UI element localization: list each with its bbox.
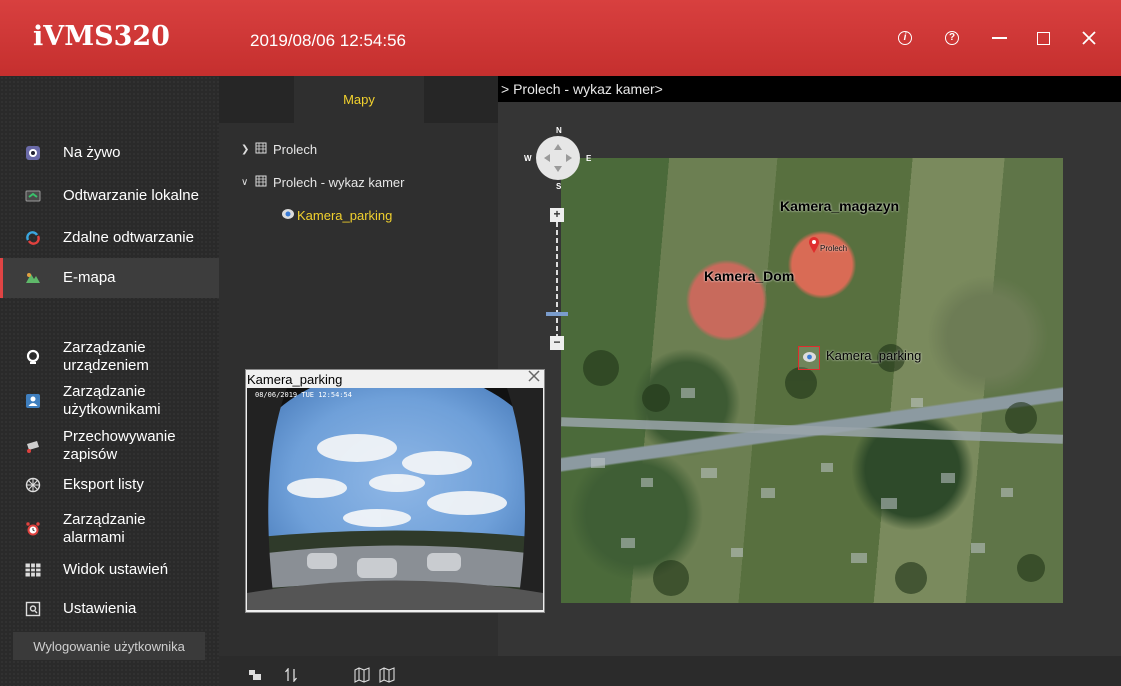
sidebar-item-label: E-mapa: [63, 269, 116, 286]
popup-title: Kamera_parking: [247, 372, 343, 387]
sidebar-item-label: Eksport listy: [63, 476, 144, 493]
chevron-right-icon: ❯: [241, 144, 250, 155]
zoom-track[interactable]: [556, 222, 558, 336]
zoom-slider[interactable]: + −: [546, 208, 568, 350]
sidebar-item-zdalne-odtwarzanie[interactable]: Zdalne odtwarzanie: [0, 227, 219, 249]
compass-n: N: [556, 126, 562, 135]
alarm-clock-icon: [24, 520, 42, 538]
sidebar-item-label: Przechowywanie zapisów: [63, 428, 176, 463]
sidebar-item-zarzadzanie-urzadzeniem[interactable]: Zarządzanie urządzeniem: [0, 338, 219, 376]
app-logo: iVMS320: [33, 21, 170, 52]
chevron-down-icon: ∨: [241, 177, 249, 188]
sidebar-item-e-mapa[interactable]: E-mapa: [0, 258, 219, 298]
title-bar: iVMS320 2019/08/06 12:54:56 i ?: [0, 0, 1121, 76]
sidebar-item-przechowywanie-zapisow[interactable]: Przechowywanie zapisów: [0, 427, 219, 465]
remote-playback-icon: [24, 229, 42, 247]
map-label-prolech: Prolech: [820, 244, 848, 253]
info-icon[interactable]: i: [893, 26, 917, 50]
zoom-handle[interactable]: [546, 312, 568, 316]
sidebar-item-label: Zarządzanie użytkownikami: [63, 383, 161, 418]
video-frame-image: [247, 388, 543, 610]
sidebar-item-na-zywo[interactable]: Na żywo: [0, 142, 219, 164]
compass-w: W: [524, 154, 532, 163]
satellite-map-image[interactable]: Kamera_magazyn Kamera_Dom Prolech Kamera…: [561, 158, 1063, 603]
sidebar-item-zarzadzanie-alarmami[interactable]: Zarządzanie alarmami: [0, 510, 219, 548]
camera-icon: [281, 208, 297, 223]
live-view-icon: [24, 144, 42, 162]
sidebar-item-label: Na żywo: [63, 144, 121, 161]
tab-mapy[interactable]: Mapy: [294, 76, 424, 123]
tree-item-label: Prolech: [273, 142, 318, 157]
sidebar-item-eksport-listy[interactable]: Eksport listy: [0, 474, 219, 496]
layout-icon[interactable]: [249, 666, 261, 684]
map-label-kamera-parking[interactable]: Kamera_parking: [826, 348, 921, 363]
export-icon: [24, 476, 42, 494]
sidebar-item-label: Zarządzanie urządzeniem: [63, 339, 149, 374]
map-pan-control[interactable]: [536, 136, 580, 180]
settings-icon: [24, 600, 42, 618]
map-pin-icon[interactable]: [808, 236, 820, 254]
close-icon[interactable]: [1077, 26, 1101, 50]
close-icon[interactable]: [526, 370, 542, 386]
building-icon: [255, 142, 273, 157]
map-label-kamera-dom[interactable]: Kamera_Dom: [704, 268, 794, 284]
tree-item-label: Prolech - wykaz kamer: [273, 175, 405, 190]
compass-s: S: [556, 182, 562, 191]
sidebar-item-label: Zdalne odtwarzanie: [63, 229, 194, 246]
video-timestamp-osd: 08/06/2019 TUE 12:54:54: [255, 391, 352, 399]
sidebar-item-label: Zarządzanie alarmami: [63, 511, 146, 546]
tree-item-kamera-parking[interactable]: Kamera_parking: [281, 208, 392, 223]
tree-item-label: Kamera_parking: [297, 208, 393, 223]
camera-preview-popup[interactable]: Kamera_parking 08/06/2019 TUE 12:54:54: [245, 369, 545, 613]
sidebar-item-zarzadzanie-uzytkownikami[interactable]: Zarządzanie użytkownikami: [0, 382, 219, 420]
sort-icon[interactable]: [285, 666, 297, 684]
app-window: iVMS320 2019/08/06 12:54:56 i ? Na żywo …: [0, 0, 1121, 686]
sidebar-item-widok-ustawien[interactable]: Widok ustawień: [0, 559, 219, 581]
sidebar-item-label: Ustawienia: [63, 600, 137, 617]
zoom-in-button[interactable]: +: [550, 208, 564, 222]
storage-icon: [24, 437, 42, 455]
sidebar-item-label: Widok ustawień: [63, 561, 169, 578]
map-breadcrumb: > Prolech - wykaz kamer>: [498, 76, 1121, 102]
tree-item-prolech-wykaz-kamer[interactable]: ∨ Prolech - wykaz kamer: [241, 175, 404, 190]
device-management-icon: [24, 348, 42, 366]
current-datetime: 2019/08/06 12:54:56: [250, 31, 406, 50]
minimize-icon[interactable]: [987, 26, 1011, 50]
camera-parking-marker[interactable]: [798, 346, 820, 370]
building-icon: [255, 175, 273, 190]
camera-video-feed[interactable]: 08/06/2019 TUE 12:54:54: [247, 388, 543, 610]
grid-view-icon: [24, 561, 42, 579]
zoom-out-button[interactable]: −: [550, 336, 564, 350]
user-management-icon: [24, 392, 42, 410]
bottom-toolbar: [219, 656, 1121, 686]
local-playback-icon: [24, 187, 42, 205]
sidebar-item-label: Odtwarzanie lokalne: [63, 187, 199, 204]
map-add-icon[interactable]: [354, 666, 370, 684]
map-edit-icon[interactable]: [379, 666, 395, 684]
help-icon[interactable]: ?: [940, 26, 964, 50]
logout-button[interactable]: Wylogowanie użytkownika: [13, 632, 205, 660]
main-sidebar: Na żywo Odtwarzanie lokalne Zdalne odtwa…: [0, 76, 219, 686]
tree-item-prolech[interactable]: ❯ Prolech: [241, 142, 317, 157]
maximize-icon[interactable]: [1031, 26, 1055, 50]
sidebar-item-ustawienia[interactable]: Ustawienia: [0, 598, 219, 620]
map-label-kamera-magazyn[interactable]: Kamera_magazyn: [780, 198, 899, 214]
emap-icon: [24, 269, 42, 287]
compass-e: E: [586, 154, 592, 163]
sidebar-item-odtwarzanie-lokalne[interactable]: Odtwarzanie lokalne: [0, 185, 219, 207]
emap-view: > Prolech - wykaz kamer> Kamera_magazyn …: [498, 76, 1121, 656]
